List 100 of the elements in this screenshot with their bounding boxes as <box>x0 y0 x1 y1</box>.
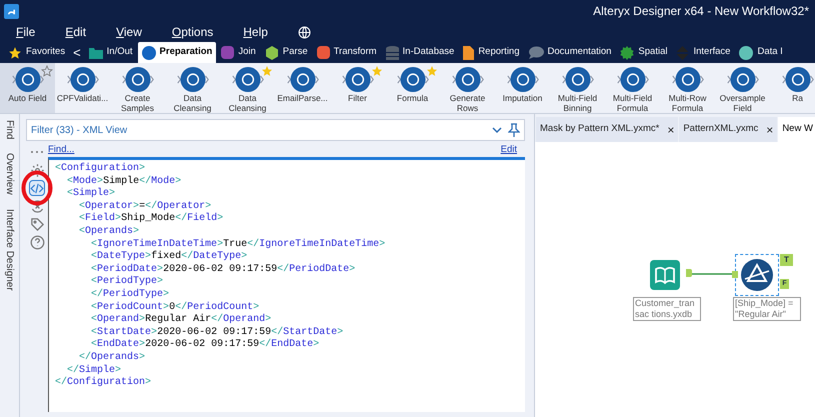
tool-label: Multi-Row Formula <box>668 93 708 113</box>
tool-icon <box>670 66 704 93</box>
menu-item[interactable]: Options <box>172 23 214 41</box>
xml-line: <StartDate>2020-06-02 09:17:59</StartDate> <box>90 326 344 338</box>
help-icon[interactable] <box>29 234 45 250</box>
xml-line: <Field>Ship_Mode</Field> <box>78 213 224 226</box>
tool-label: EmailParse... <box>276 93 329 103</box>
target-icon[interactable] <box>29 198 45 214</box>
tool-icon <box>176 66 210 93</box>
scroll-left-button[interactable]: < <box>70 42 84 63</box>
tool-button[interactable]: Data Cleansing <box>165 63 220 113</box>
xml-editor[interactable] <box>48 157 525 412</box>
code-icon[interactable] <box>29 180 45 196</box>
settings-icon[interactable] <box>29 162 45 178</box>
category-tab[interactable]: Interface <box>672 42 734 63</box>
tool-icon <box>616 66 650 93</box>
tool-button[interactable]: Auto Field <box>0 63 55 113</box>
tool-icon <box>10 66 44 93</box>
menu-item[interactable]: Help <box>243 23 268 41</box>
tool-button[interactable]: Ra <box>770 63 815 113</box>
category-tab[interactable]: Documentation <box>524 42 616 63</box>
tool-button[interactable]: Generate Rows <box>440 63 495 113</box>
category-tab[interactable]: Parse <box>260 42 312 63</box>
xml-line: <Operator>=</Operator> <box>78 200 212 212</box>
tool-button[interactable]: Data Cleansing <box>220 63 275 113</box>
menu-item[interactable]: Edit <box>65 23 86 41</box>
xml-line: </PeriodType> <box>90 288 170 302</box>
tool-label: CPFValidati... <box>56 93 110 103</box>
tool-icon <box>120 66 154 93</box>
category-tab[interactable]: Data I <box>735 42 787 63</box>
category-tab[interactable]: Reporting <box>459 42 524 63</box>
tool-icon <box>396 66 430 93</box>
chevron-down-icon[interactable] <box>492 126 502 134</box>
tool-icon <box>506 66 540 93</box>
category-tab[interactable]: Transform <box>312 42 381 63</box>
xml-line: <Configuration> <box>55 163 146 176</box>
side-tab[interactable]: Find <box>2 120 17 140</box>
tool-button[interactable]: Multi-Field Formula <box>605 63 660 113</box>
node-selection[interactable] <box>735 254 779 296</box>
tool-icon <box>560 66 594 93</box>
category-tab[interactable]: In/Out <box>84 42 137 63</box>
tool-label: Oversample Field <box>718 93 766 113</box>
category-tab[interactable]: Join <box>217 42 260 63</box>
tool-button[interactable]: Multi-Row Formula <box>660 63 715 113</box>
globe-icon[interactable] <box>298 26 311 38</box>
category-tab[interactable]: Favorites <box>4 42 70 63</box>
document-tab[interactable]: PatternXML.yxmc × <box>679 117 778 142</box>
favorite-star-icon <box>426 65 438 77</box>
pin-icon[interactable] <box>508 123 520 137</box>
xml-line: <Simple> <box>66 188 116 201</box>
tool-button[interactable]: Oversample Field <box>715 63 770 113</box>
tag-icon[interactable] <box>29 216 45 232</box>
tool-icon <box>230 66 264 93</box>
category-tab[interactable]: In-Database <box>382 42 458 63</box>
tool-label: Data Cleansing <box>228 93 268 113</box>
tool-icon <box>780 66 814 93</box>
category-tab[interactable]: Spatial <box>616 42 672 63</box>
favorite-star-icon <box>261 65 273 77</box>
input-anchor-icon <box>732 271 738 278</box>
connection-line <box>689 272 735 276</box>
tool-button[interactable]: Create Samples <box>110 63 165 113</box>
star-icon <box>8 46 22 60</box>
favorite-star-icon <box>41 65 53 77</box>
tool-button[interactable]: Imputation <box>495 63 550 113</box>
find-link[interactable]: Find... <box>48 143 74 158</box>
side-tab[interactable]: Interface Designer <box>2 209 17 291</box>
tool-button[interactable]: Formula <box>385 63 440 113</box>
xml-line: <Operands> <box>78 226 140 238</box>
window-title: Alteryx Designer x64 - New Workflow32* <box>593 3 809 20</box>
tool-label: Generate Rows <box>448 93 486 113</box>
close-button[interactable]: × <box>667 120 674 138</box>
app-logo-icon <box>4 4 19 18</box>
tool-button[interactable]: Filter <box>330 63 385 113</box>
tool-label: Filter <box>347 93 368 103</box>
category-tab[interactable]: Preparation <box>138 42 216 63</box>
tool-button[interactable]: Multi-Field Binning <box>550 63 605 113</box>
output-anchor-icon <box>686 269 692 277</box>
true-anchor: T <box>780 254 793 266</box>
xml-line: <EndDate>2020-06-02 09:17:59</EndDate> <box>90 339 320 352</box>
xml-line: <IgnoreTimeInDateTime>True</IgnoreTimeInDateTime> <box>90 238 386 250</box>
xml-line: <PeriodType> <box>90 276 164 288</box>
xml-line: </Simple> <box>66 364 122 376</box>
tool-icon <box>66 66 100 93</box>
document-tab[interactable]: New W <box>778 117 815 142</box>
side-tab[interactable]: Overview <box>2 153 17 196</box>
tool-button[interactable]: EmailParse... <box>275 63 330 113</box>
document-tab[interactable]: Mask by Pattern XML.yxmc* × <box>536 117 678 142</box>
tool-label: Create Samples <box>120 93 156 113</box>
xml-line: <Mode>Simple</Mode> <box>66 176 182 188</box>
node-label: Customer_transac tions.yxdb <box>633 297 701 321</box>
tool-label: Formula <box>396 93 430 103</box>
close-button[interactable]: × <box>766 120 774 138</box>
edit-link[interactable]: Edit <box>500 143 517 158</box>
tool-icon <box>726 66 760 93</box>
menu-item[interactable]: File <box>16 23 36 41</box>
tool-label: Multi-Field Binning <box>556 93 598 113</box>
menu-item[interactable]: View <box>116 23 142 41</box>
tool-label: Data Cleansing <box>172 93 212 113</box>
tool-button[interactable]: CPFValidati... <box>55 63 110 113</box>
tool-icon <box>450 66 484 93</box>
